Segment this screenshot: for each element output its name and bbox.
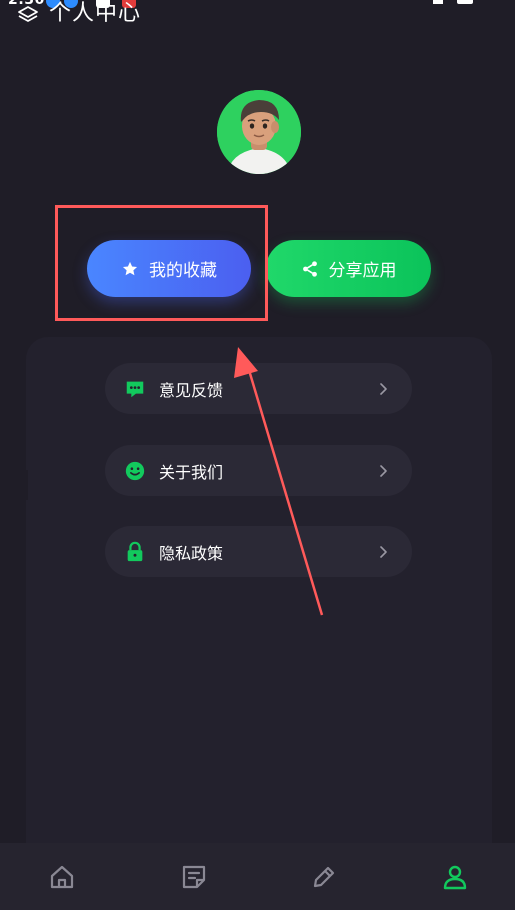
note-icon[interactable] [180, 863, 208, 891]
avatar[interactable] [217, 90, 301, 174]
pencil-icon[interactable] [310, 863, 338, 891]
panel-notch [0, 470, 28, 500]
share-app-button[interactable]: 分享应用 [266, 240, 431, 297]
share-app-label: 分享应用 [328, 261, 397, 281]
bottom-nav [0, 843, 515, 910]
share-icon [302, 260, 317, 277]
menu-item-privacy[interactable]: 隐私政策 [105, 526, 412, 577]
menu-item-about[interactable]: 关于我们 [105, 445, 412, 496]
home-icon[interactable] [48, 863, 76, 891]
menu-panel [26, 337, 492, 897]
menu-item-label: 关于我们 [159, 462, 224, 482]
chevron-right-icon [380, 464, 387, 477]
smile-icon [125, 461, 145, 480]
menu-item-feedback[interactable]: 意见反馈 [105, 363, 412, 414]
layers-icon [18, 6, 38, 22]
header: 个人中心 [16, 0, 141, 32]
avatar-illustration [217, 90, 301, 174]
menu-item-label: 隐私政策 [159, 543, 224, 563]
lock-icon [127, 541, 143, 561]
star-icon [122, 261, 138, 275]
favorites-label: 我的收藏 [149, 261, 217, 281]
page-title: 个人中心 [49, 1, 142, 26]
chevron-right-icon [380, 545, 387, 558]
status-icons [433, 0, 473, 4]
menu-item-label: 意见反馈 [159, 380, 224, 400]
user-icon[interactable] [441, 863, 469, 891]
favorites-button[interactable]: 我的收藏 [87, 240, 251, 297]
feedback-icon [126, 381, 144, 397]
chevron-right-icon [380, 382, 387, 395]
